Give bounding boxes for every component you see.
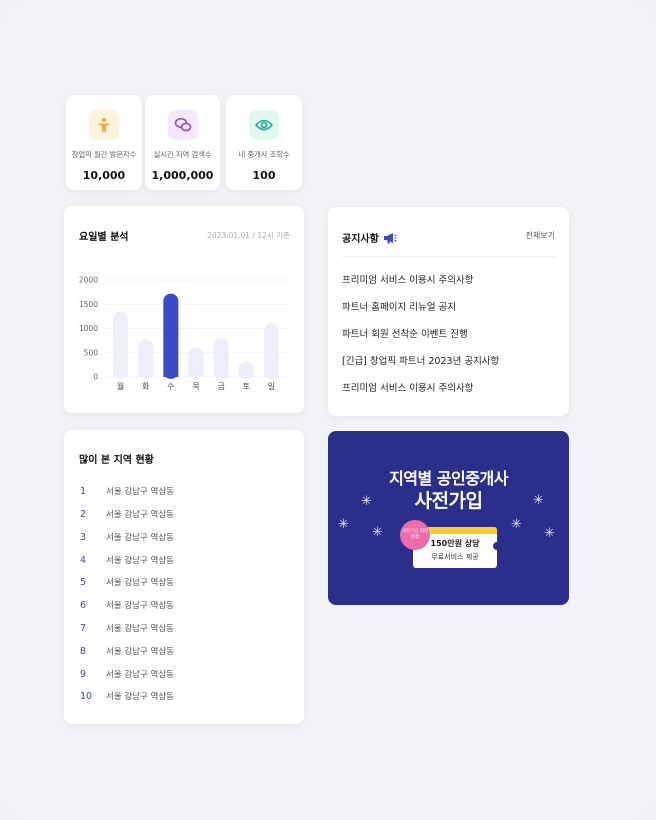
region-rank: 7 [80, 622, 87, 634]
y-tick-label: 500 [84, 348, 99, 357]
stat-card-views: 내 중개사 조회수 100 [226, 95, 302, 190]
region-row[interactable]: 8 서울 강남구 역삼동 [80, 644, 174, 658]
x-tick-label: 수 [167, 382, 174, 391]
region-rank: 10 [80, 690, 93, 702]
sparkle-icon: ✳ [511, 517, 522, 532]
stat-label: 실시간 지역 검색수 [153, 150, 212, 159]
popular-regions-card: 많이 본 지역 현황 1 서울 강남구 역삼동 2 서울 강남구 역삼동 3 서울 강… [64, 430, 304, 724]
bar-base [138, 373, 154, 377]
bar [163, 293, 179, 379]
bar-base [213, 373, 229, 377]
stat-label: 창업픽 월간 방문자수 [71, 150, 137, 159]
chat-bubbles-icon [167, 110, 198, 140]
region-row[interactable]: 7 서울 강남구 역삼동 [80, 621, 174, 635]
region-rank: 9 [80, 668, 87, 680]
region-name: 서울 강남구 역삼동 [106, 624, 174, 634]
region-rank: 3 [80, 531, 87, 543]
region-name: 서울 강남구 역삼동 [106, 533, 174, 543]
sparkle-icon: ✳ [361, 494, 372, 509]
sparkle-icon: ✳ [372, 525, 383, 540]
region-row[interactable]: 10 서울 강남구 역삼동 [80, 689, 174, 703]
region-rank: 2 [80, 508, 87, 520]
notice-divider [342, 256, 555, 257]
region-row[interactable]: 3 서울 강남구 역삼동 [80, 530, 174, 544]
region-name: 서울 강남구 역삼동 [106, 670, 174, 680]
x-tick-label: 월 [117, 381, 124, 391]
region-row[interactable]: 4 서울 강남구 역삼동 [80, 553, 174, 567]
region-name: 서울 강남구 역삼동 [106, 487, 174, 497]
eye-icon [249, 110, 279, 140]
weekday-chart-card: 요일별 분석 2023.01.01 / 12시 기준 0 500 1000 1500 2… [64, 206, 304, 413]
sparkle-icon: ✳ [533, 493, 544, 508]
notice-item[interactable]: 프리미엄 서비스 이용시 주의사항 [342, 272, 473, 286]
region-name: 서울 강남구 역삼동 [106, 556, 174, 566]
region-name: 서울 강남구 역삼동 [106, 601, 174, 611]
bar-base [113, 373, 129, 377]
notice-item[interactable]: 파트너 회원 선착순 이벤트 진행 [342, 326, 468, 340]
region-row[interactable]: 2 서울 강남구 역삼동 [80, 507, 174, 521]
bar-base [188, 373, 204, 377]
region-rank: 4 [80, 554, 87, 566]
stat-value: 1,000,000 [151, 169, 214, 182]
notice-item[interactable]: [긴급] 창업픽 파트너 2023년 공지사항 [342, 353, 499, 367]
region-name: 서울 강남구 역삼동 [106, 692, 174, 702]
region-rank: 5 [80, 576, 87, 588]
region-row[interactable]: 5 서울 강남구 역삼동 [80, 575, 174, 589]
region-rank: 6 [80, 599, 87, 611]
sparkle-icon: ✳ [338, 517, 349, 532]
pre-registration-banner[interactable]: 지역별 공인중개사 사전가입 ✳ ✳ ✳ ✳ ✳ ✳ 150만원 상당 무료서비… [328, 431, 569, 605]
bar-base [263, 373, 279, 377]
person-icon [89, 110, 119, 140]
region-name: 서울 강남구 역삼동 [106, 647, 174, 657]
y-tick-label: 0 [93, 373, 98, 382]
bar [113, 311, 129, 379]
coupon-description: 무료서비스 제공 [431, 553, 479, 561]
y-tick-label: 2000 [79, 276, 98, 285]
x-tick-label: 토 [243, 382, 250, 391]
regions-title: 많이 본 지역 현황 [79, 455, 154, 466]
x-tick-label: 목 [192, 382, 199, 391]
bar-base [163, 373, 179, 377]
members-only-badge: 사전가입 회원한정 [400, 520, 430, 550]
region-name: 서울 강남구 역삼동 [106, 510, 174, 520]
y-tick-label: 1000 [79, 324, 98, 333]
stat-value: 100 [252, 169, 276, 182]
bar [263, 323, 279, 379]
bar-base [238, 373, 254, 377]
view-all-link[interactable]: 전체보기 [526, 230, 555, 241]
stat-label: 내 중개사 조회수 [238, 150, 290, 159]
region-name: 서울 강남구 역삼동 [106, 578, 174, 588]
notice-item[interactable]: 프리미엄 서비스 이용시 주의사항 [342, 380, 473, 394]
x-tick-label: 금 [217, 382, 224, 391]
megaphone-icon [383, 229, 397, 248]
stat-value: 10,000 [82, 169, 126, 182]
region-row[interactable]: 6 서울 강남구 역삼동 [80, 598, 174, 612]
x-tick-label: 일 [268, 382, 275, 391]
region-row[interactable]: 1 서울 강남구 역삼동 [80, 484, 174, 498]
region-rank: 8 [80, 645, 87, 657]
region-rank: 1 [80, 485, 87, 497]
sparkle-icon: ✳ [544, 526, 555, 541]
x-tick-label: 화 [142, 382, 150, 391]
notice-item[interactable]: 파트너 홈페이지 리뉴얼 공지 [342, 299, 456, 313]
y-tick-label: 1500 [79, 300, 98, 309]
weekday-bar-chart: 0 500 1000 1500 2000 월 화 수 목 금 토 일 [79, 276, 290, 391]
region-row[interactable]: 9 서울 강남구 역삼동 [80, 667, 174, 681]
stat-card-searches: 실시간 지역 검색수 1,000,000 [145, 95, 220, 190]
stat-card-visitors: 창업픽 월간 방문자수 10,000 [66, 95, 142, 190]
bar [213, 338, 229, 379]
notice-title: 공지사항 [342, 234, 379, 245]
notice-card: 공지사항 전체보기 프리미엄 서비스 이용시 주의사항 파트너 홈페이지 리뉴얼… [328, 207, 569, 416]
